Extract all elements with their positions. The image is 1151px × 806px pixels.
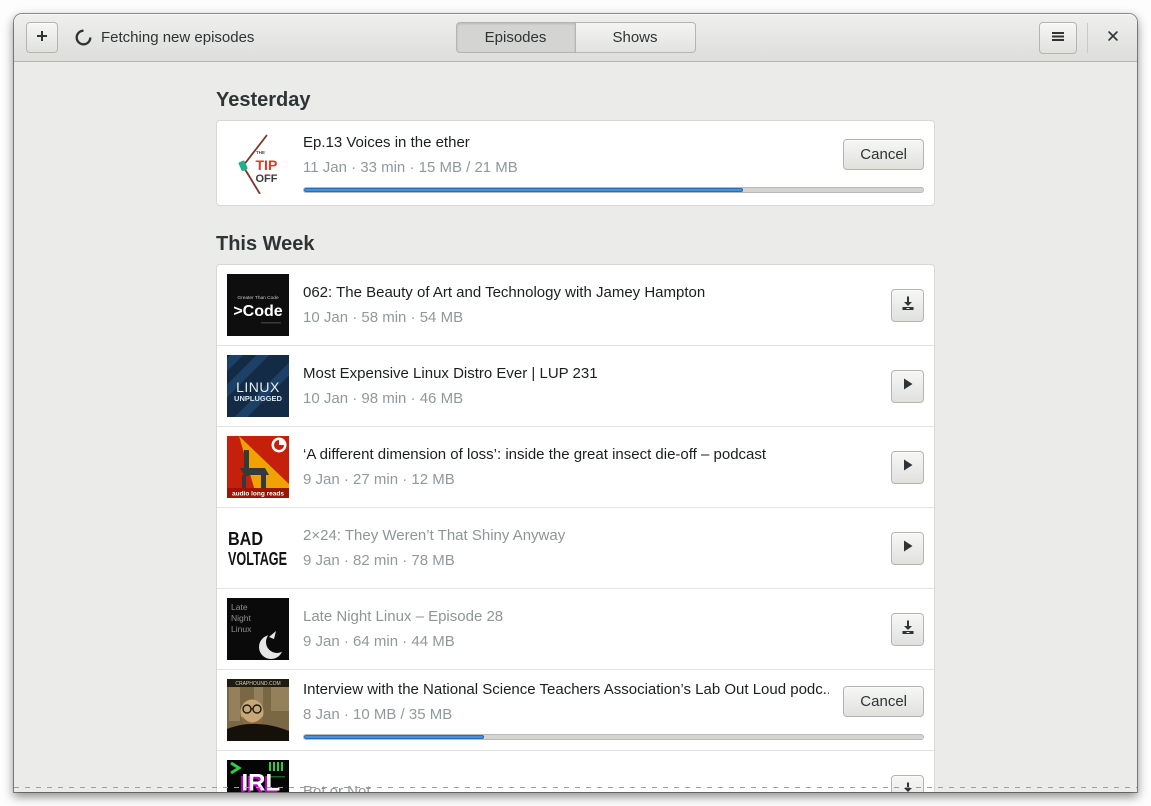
episode-title: Late Night Linux – Episode 28 [303,608,504,625]
view-switcher: Episodes Shows [455,22,696,53]
episode-title: Ep.13 Voices in the ether [303,133,470,151]
svg-text:Late: Late [231,602,248,612]
headerbar: Fetching new episodes Episodes Shows [14,14,1137,62]
plus-icon [34,28,50,48]
svg-text:audio long reads: audio long reads [232,491,284,498]
episode-meta: 9 Jan · 27 min · 12 MB [303,471,455,488]
header-separator [1087,22,1088,53]
status-text: Fetching new episodes [101,29,255,46]
cancel-download-button[interactable]: Cancel [843,139,924,170]
podcast-artwork-craphound: CRAPHOUND.COM [227,679,289,741]
svg-text:Night: Night [231,613,251,623]
svg-text:Greater Than Code: Greater Than Code [237,295,279,301]
episodes-scroll-area[interactable]: Yesterday THE TIP OFF Ep.13 Voices in th… [14,62,1137,792]
svg-text:Linux: Linux [231,624,252,634]
episode-body: Bot or Not [303,774,924,792]
play-icon [900,457,916,477]
download-icon [900,619,916,639]
episode-meta: 10 Jan · 98 min · 46 MB [303,390,464,407]
episodes-card: Greater Than Code >Code 062: The Beauty … [216,264,935,792]
tab-shows[interactable]: Shows [575,22,696,53]
episode-body: Most Expensive Linux Distro Ever | LUP 2… [303,365,924,407]
episode-row: CRAPHOUND.COM Interview with the Nationa… [217,669,934,750]
episode-title: Interview with the National Science Teac… [303,680,830,698]
podcast-artwork-linux-unplugged: LINUX UNPLUGGED [227,355,289,417]
play-icon [900,376,916,396]
episode-row: BAD VOLTAGE 2×24: They Weren’t That Shin… [217,507,934,588]
add-podcast-button[interactable] [26,22,58,53]
close-button[interactable] [1098,23,1128,53]
episode-body: 2×24: They Weren’t That Shiny Anyway 9 J… [303,527,924,569]
podcast-artwork-bad-voltage: BAD VOLTAGE [227,517,289,579]
play-episode-button[interactable] [891,450,924,484]
svg-text:THE: THE [256,150,265,155]
episode-row: THE TIP OFF Ep.13 Voices in the ether 11… [217,121,934,205]
episode-body: 062: The Beauty of Art and Technology wi… [303,284,924,326]
tab-episodes[interactable]: Episodes [455,22,576,53]
episode-meta: 8 Jan · 10 MB / 35 MB [303,705,453,723]
episode-meta: 9 Jan · 82 min · 78 MB [303,552,455,569]
progress-fill [304,734,484,739]
podcast-artwork-the-tip-off: THE TIP OFF [227,132,289,194]
download-progress-bar [303,733,924,740]
play-icon [900,538,916,558]
episodes-card: THE TIP OFF Ep.13 Voices in the ether 11… [216,120,935,206]
episode-row: LINUX UNPLUGGED Most Expensive Linux Dis… [217,345,934,426]
episode-meta: 10 Jan · 58 min · 54 MB [303,309,464,326]
section-heading: This Week [216,233,315,255]
svg-text:UNPLUGGED: UNPLUGGED [234,394,283,403]
scroll-undershoot-indicator [14,787,1137,788]
svg-text:BAD: BAD [228,529,263,549]
episode-body: Interview with the National Science Teac… [303,681,924,740]
episode-meta: 9 Jan · 64 min · 44 MB [303,633,455,650]
episode-row: audio long reads ‘A different dimension … [217,426,934,507]
download-episode-button[interactable] [891,774,924,792]
podcast-artwork-greater-than-code: Greater Than Code >Code [227,274,289,336]
episode-row: Late Night Linux Late Night Linux – Epis… [217,588,934,669]
podcast-artwork-audio-long-reads: audio long reads [227,436,289,498]
download-progress-bar [303,186,924,193]
svg-text:VOLTAGE: VOLTAGE [228,549,287,569]
episode-meta: 11 Jan · 33 min · 15 MB / 21 MB [303,158,518,176]
svg-text:OFF: OFF [256,173,278,185]
header-right-controls [1039,21,1128,54]
svg-text:TIP: TIP [256,157,278,173]
svg-text:CRAPHOUND.COM: CRAPHOUND.COM [235,681,280,687]
play-episode-button[interactable] [891,531,924,565]
episode-title: Most Expensive Linux Distro Ever | LUP 2… [303,365,598,382]
episode-row: IRL IRL Bot or Not [217,750,934,792]
episode-title: ‘A different dimension of loss’: inside … [303,446,767,463]
episodes-list: Yesterday THE TIP OFF Ep.13 Voices in th… [216,88,935,792]
episode-title: 2×24: They Weren’t That Shiny Anyway [303,527,566,544]
svg-text:LINUX: LINUX [236,379,280,395]
spinner-icon [75,29,92,46]
episode-title: 062: The Beauty of Art and Technology wi… [303,284,706,301]
play-episode-button[interactable] [891,369,924,403]
cancel-download-button[interactable]: Cancel [843,686,924,717]
download-episode-button[interactable] [891,612,924,646]
progress-fill [304,187,744,192]
svg-text:>Code: >Code [233,303,282,320]
app-window: Fetching new episodes Episodes Shows Yes… [14,14,1137,792]
download-icon [900,295,916,315]
svg-text:IRL: IRL [242,770,281,793]
episode-body: Ep.13 Voices in the ether 11 Jan · 33 mi… [303,134,924,193]
episode-body: ‘A different dimension of loss’: inside … [303,446,924,488]
hamburger-menu-icon [1050,28,1066,48]
episode-body: Late Night Linux – Episode 28 9 Jan · 64… [303,608,924,650]
episode-row: Greater Than Code >Code 062: The Beauty … [217,265,934,345]
download-episode-button[interactable] [891,288,924,322]
podcast-artwork-late-night-linux: Late Night Linux [227,598,289,660]
section-heading: Yesterday [216,89,311,111]
window-close-icon [1106,29,1120,46]
menu-button[interactable] [1039,21,1077,54]
